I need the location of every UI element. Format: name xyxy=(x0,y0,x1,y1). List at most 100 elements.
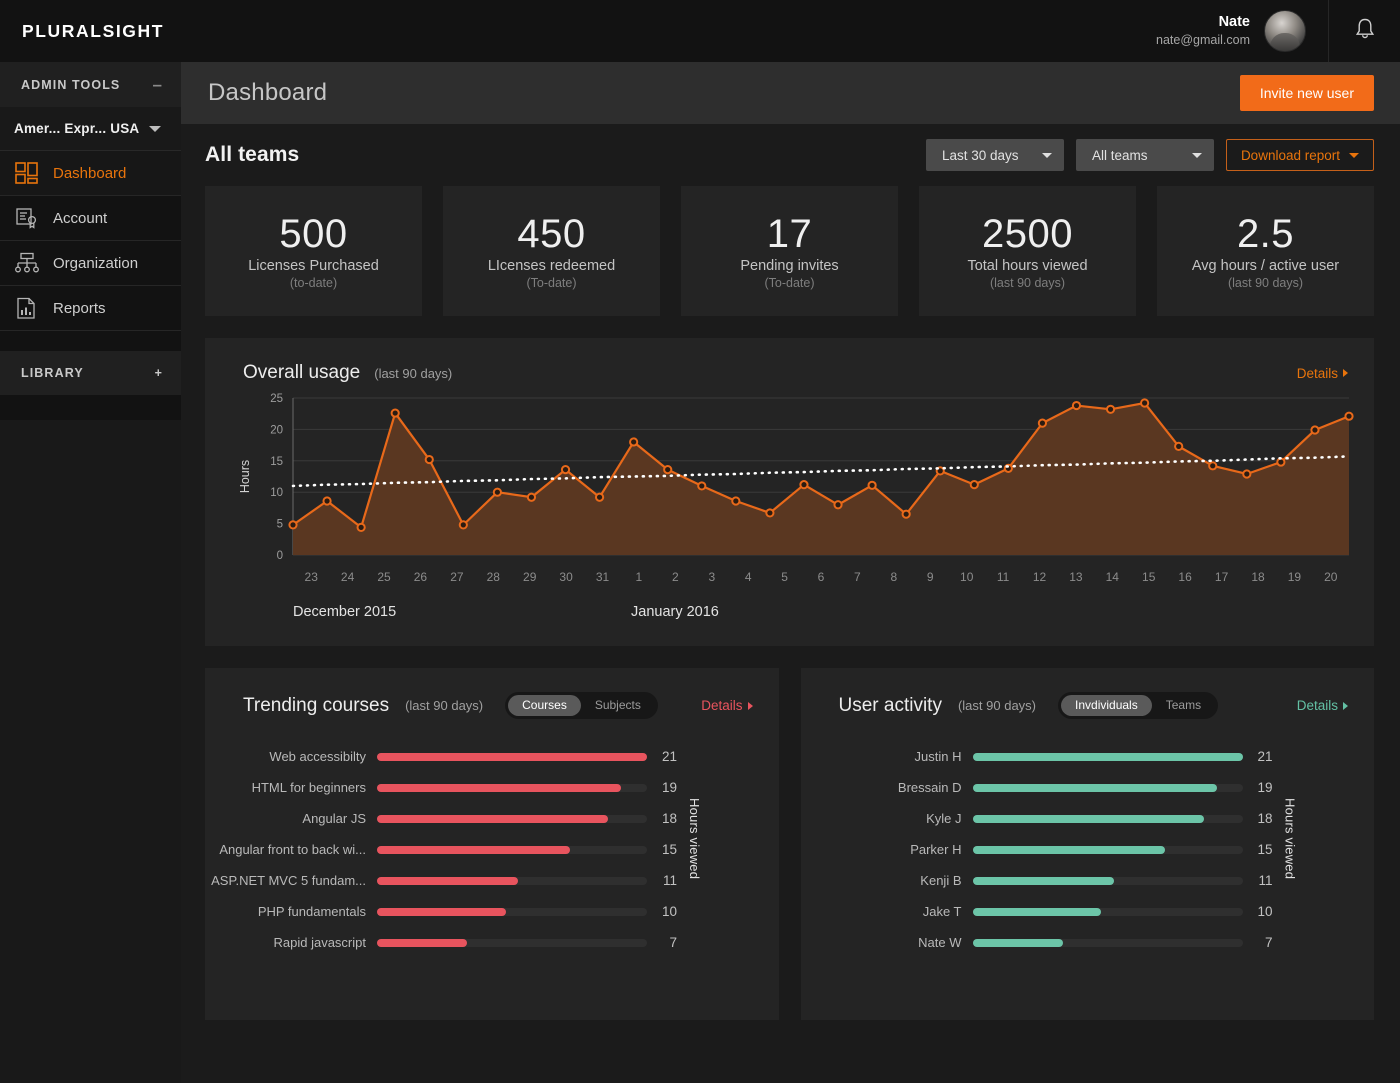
svg-text:10: 10 xyxy=(960,570,974,584)
stat-value: 2.5 xyxy=(1236,211,1295,256)
overall-usage-title: Overall usage xyxy=(243,362,361,383)
page-title: Dashboard xyxy=(208,79,328,106)
details-label: Details xyxy=(1296,698,1338,713)
user-activity-details-link[interactable]: Details xyxy=(1297,698,1348,713)
sidebar-item-dashboard[interactable]: Dashboard xyxy=(0,151,181,196)
download-report-button[interactable]: Download report xyxy=(1225,139,1374,171)
bar-label: Justin H xyxy=(914,749,962,764)
svg-text:20: 20 xyxy=(270,424,283,436)
svg-text:10: 10 xyxy=(270,487,283,499)
bar-fill xyxy=(972,907,1102,916)
chevron-down-icon xyxy=(1041,152,1052,158)
download-report-label: Download report xyxy=(1240,147,1340,163)
bar-value: 11 xyxy=(662,873,677,888)
month-label-january: January 2016 xyxy=(631,604,719,620)
reports-icon xyxy=(14,295,40,321)
stat-label: Pending invites xyxy=(740,258,839,275)
avatar[interactable] xyxy=(1264,10,1306,52)
bar-track xyxy=(972,876,1243,885)
bar-label: PHP fundamentals xyxy=(257,904,366,919)
invite-new-user-button[interactable]: Invite new user xyxy=(1239,75,1374,111)
bar-value: 10 xyxy=(661,904,677,919)
svg-text:28: 28 xyxy=(487,570,501,584)
sidebar-section-admin-tools[interactable]: ADMIN TOOLS – xyxy=(0,62,181,107)
trending-courses-body: Web accessibilty 21 HTML for beginners 19 An… xyxy=(205,719,779,958)
expand-icon[interactable]: + xyxy=(155,366,163,380)
bar-track xyxy=(377,845,647,854)
sidebar-section-library-label: LIBRARY xyxy=(21,366,84,380)
bar-label: Angular front to back wi... xyxy=(219,842,366,857)
sidebar-item-reports[interactable]: Reports xyxy=(0,286,181,331)
bar-fill xyxy=(972,752,1243,761)
svg-text:25: 25 xyxy=(270,393,283,405)
bar-row: Angular front to back wi... 15 xyxy=(205,834,677,865)
bottom-panels: Trending courses (last 90 days) Courses … xyxy=(205,668,1374,1020)
svg-text:30: 30 xyxy=(559,570,573,584)
date-range-select[interactable]: Last 30 days xyxy=(925,139,1064,171)
toggle-option-subjects[interactable]: Subjects xyxy=(581,695,655,716)
svg-text:6: 6 xyxy=(818,570,825,584)
stat-label: LIcenses redeemed xyxy=(487,258,616,275)
svg-text:13: 13 xyxy=(1069,570,1083,584)
chevron-down-icon xyxy=(1191,152,1202,158)
stat-value: 17 xyxy=(766,211,813,256)
bar-value: 18 xyxy=(661,811,677,826)
svg-text:7: 7 xyxy=(854,570,861,584)
bar-track xyxy=(377,814,647,823)
user-activity-toggle[interactable]: Invdividuals Teams xyxy=(1058,692,1219,719)
team-select[interactable]: All teams xyxy=(1075,139,1214,171)
bar-label: Bressain D xyxy=(897,780,962,795)
sidebar-item-organization[interactable]: Organization xyxy=(0,241,181,286)
svg-text:15: 15 xyxy=(1142,570,1156,584)
notifications-button[interactable] xyxy=(1328,0,1400,62)
trending-courses-bars: Web accessibilty 21 HTML for beginners 19 An… xyxy=(205,719,677,958)
bar-value: 7 xyxy=(1264,935,1273,950)
stat-sublabel: (To-date) xyxy=(764,276,815,291)
toggle-option-individuals[interactable]: Invdividuals xyxy=(1061,695,1152,716)
user-activity-body: Justin H 21 Bressain D 19 Kyle J 18 Parker H 15… xyxy=(801,719,1375,958)
sidebar-item-account-label: Account xyxy=(53,209,108,227)
bar-value: 19 xyxy=(1257,780,1273,795)
chevron-right-icon xyxy=(1343,369,1348,377)
toggle-option-teams[interactable]: Teams xyxy=(1152,695,1215,716)
svg-text:3: 3 xyxy=(708,570,715,584)
details-label: Details xyxy=(701,698,743,713)
top-bar: Nate nate@gmail.com xyxy=(181,0,1400,62)
overall-usage-body: 0 5 10 15 20 25 Hours 23 24 25 26 27 28 29 30 31 1 2 3 4 5 6 7… xyxy=(205,384,1374,646)
bar-track xyxy=(377,938,647,947)
toggle-option-courses[interactable]: Courses xyxy=(508,695,581,716)
sidebar-section-library[interactable]: LIBRARY + xyxy=(0,351,181,395)
sidebar-item-account[interactable]: Account xyxy=(0,196,181,241)
month-label-december: December 2015 xyxy=(293,604,397,620)
collapse-icon[interactable]: – xyxy=(152,76,163,93)
details-label: Details xyxy=(1296,365,1338,381)
user-email: nate@gmail.com xyxy=(1156,33,1250,48)
trending-courses-details-link[interactable]: Details xyxy=(701,698,753,713)
bar-label: Kyle J xyxy=(926,811,962,826)
user-name: Nate xyxy=(1218,13,1250,30)
bar-track xyxy=(972,845,1243,854)
bar-fill xyxy=(377,938,467,947)
stat-sublabel: (last 90 days) xyxy=(989,276,1066,291)
stat-card-licenses-redeemed: 450 LIcenses redeemed (To-date) xyxy=(443,186,660,316)
organization-selector[interactable]: Amer... Expr... USA xyxy=(0,107,181,151)
user-menu[interactable]: Nate nate@gmail.com xyxy=(1156,0,1328,62)
bar-fill xyxy=(377,752,647,761)
stat-card-licenses-purchased: 500 Licenses Purchased (to-date) xyxy=(205,186,422,316)
team-select-value: All teams xyxy=(1091,147,1148,163)
trending-courses-toggle[interactable]: Courses Subjects xyxy=(505,692,658,719)
stat-label: Total hours viewed xyxy=(967,258,1088,275)
trending-axis-label-wrap: Hours viewed xyxy=(687,719,702,958)
user-activity-axis-label: Hours viewed xyxy=(1282,797,1298,880)
bar-track xyxy=(972,814,1243,823)
stat-label: Avg hours / active user xyxy=(1191,258,1340,275)
stat-value: 2500 xyxy=(982,211,1073,256)
bar-fill xyxy=(972,938,1063,947)
bar-value: 18 xyxy=(1257,811,1273,826)
bar-row: Justin H 21 xyxy=(801,741,1273,772)
svg-text:17: 17 xyxy=(1215,570,1229,584)
svg-text:19: 19 xyxy=(1288,570,1302,584)
bar-label: ASP.NET MVC 5 fundam... xyxy=(211,873,366,888)
brand-logo: PLURALSIGHT xyxy=(22,20,165,41)
overall-usage-details-link[interactable]: Details xyxy=(1297,366,1348,381)
